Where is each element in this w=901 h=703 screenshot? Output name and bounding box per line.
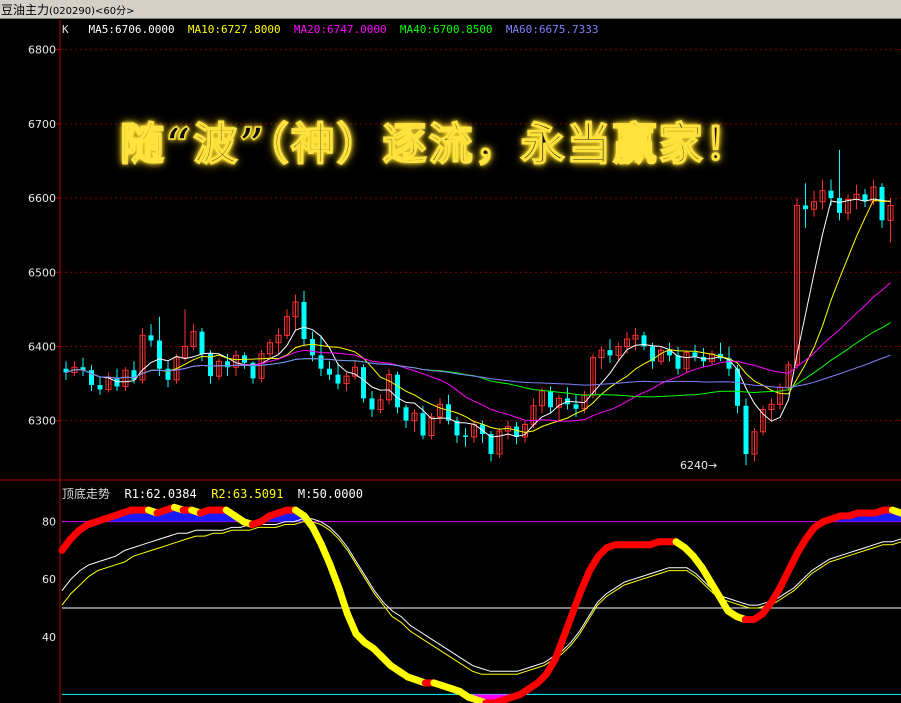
r1-segment — [335, 584, 351, 618]
y-tick-label: 6700 — [28, 118, 56, 131]
y-tick-label: 6300 — [28, 415, 56, 428]
candle-down — [318, 355, 324, 369]
candle-down — [403, 407, 409, 421]
r1-segment — [888, 506, 901, 517]
candle-down — [327, 368, 332, 375]
candle-down — [573, 404, 579, 409]
r1-segment — [326, 561, 343, 592]
slogan-banner: 随“波”（神）逐流，永当赢家！ — [119, 118, 751, 171]
candle-down — [743, 405, 749, 455]
candle-down — [199, 331, 205, 354]
candle-down — [607, 350, 613, 356]
candle-down — [828, 190, 834, 199]
ma20-line — [65, 282, 891, 422]
indicator-y-tick-label: 40 — [42, 631, 56, 644]
ma5-line — [65, 198, 891, 438]
y-tick-label: 6600 — [28, 192, 56, 205]
y-tick-label: 6500 — [28, 266, 56, 279]
candle-down — [395, 374, 400, 408]
candle-down — [514, 426, 519, 437]
r1-segment — [568, 587, 585, 618]
candle-down — [862, 194, 868, 202]
y-tick-label: 6800 — [28, 44, 56, 57]
r1-segment — [560, 610, 576, 641]
ma60-line — [65, 354, 891, 389]
candle-down — [97, 385, 103, 390]
candle-down — [879, 186, 885, 221]
candle-down — [837, 198, 842, 213]
candle-down — [301, 301, 307, 340]
low-price-annotation: 6240→ — [680, 459, 717, 472]
candle-down — [803, 205, 808, 210]
candle-down — [692, 352, 698, 357]
candle-down — [335, 374, 341, 384]
indicator-y-tick-label: 60 — [42, 573, 56, 586]
candle-down — [420, 413, 426, 436]
candle-down — [369, 398, 375, 410]
candle-down — [157, 340, 162, 369]
chart-canvas[interactable]: 6300 6400 6500 6600 6700 6800 6240→ 40 60 80 — [0, 0, 901, 703]
y-tick-label: 6400 — [28, 340, 56, 353]
candle-down — [148, 335, 154, 341]
candle-down — [548, 390, 553, 408]
candle-down — [463, 435, 468, 437]
candle-down — [310, 339, 315, 356]
candle-down — [675, 355, 681, 369]
r1-segment — [551, 633, 568, 664]
ma10-line — [65, 199, 891, 433]
candle-down — [361, 367, 366, 399]
indicator-y-tick-label: 80 — [42, 516, 56, 529]
